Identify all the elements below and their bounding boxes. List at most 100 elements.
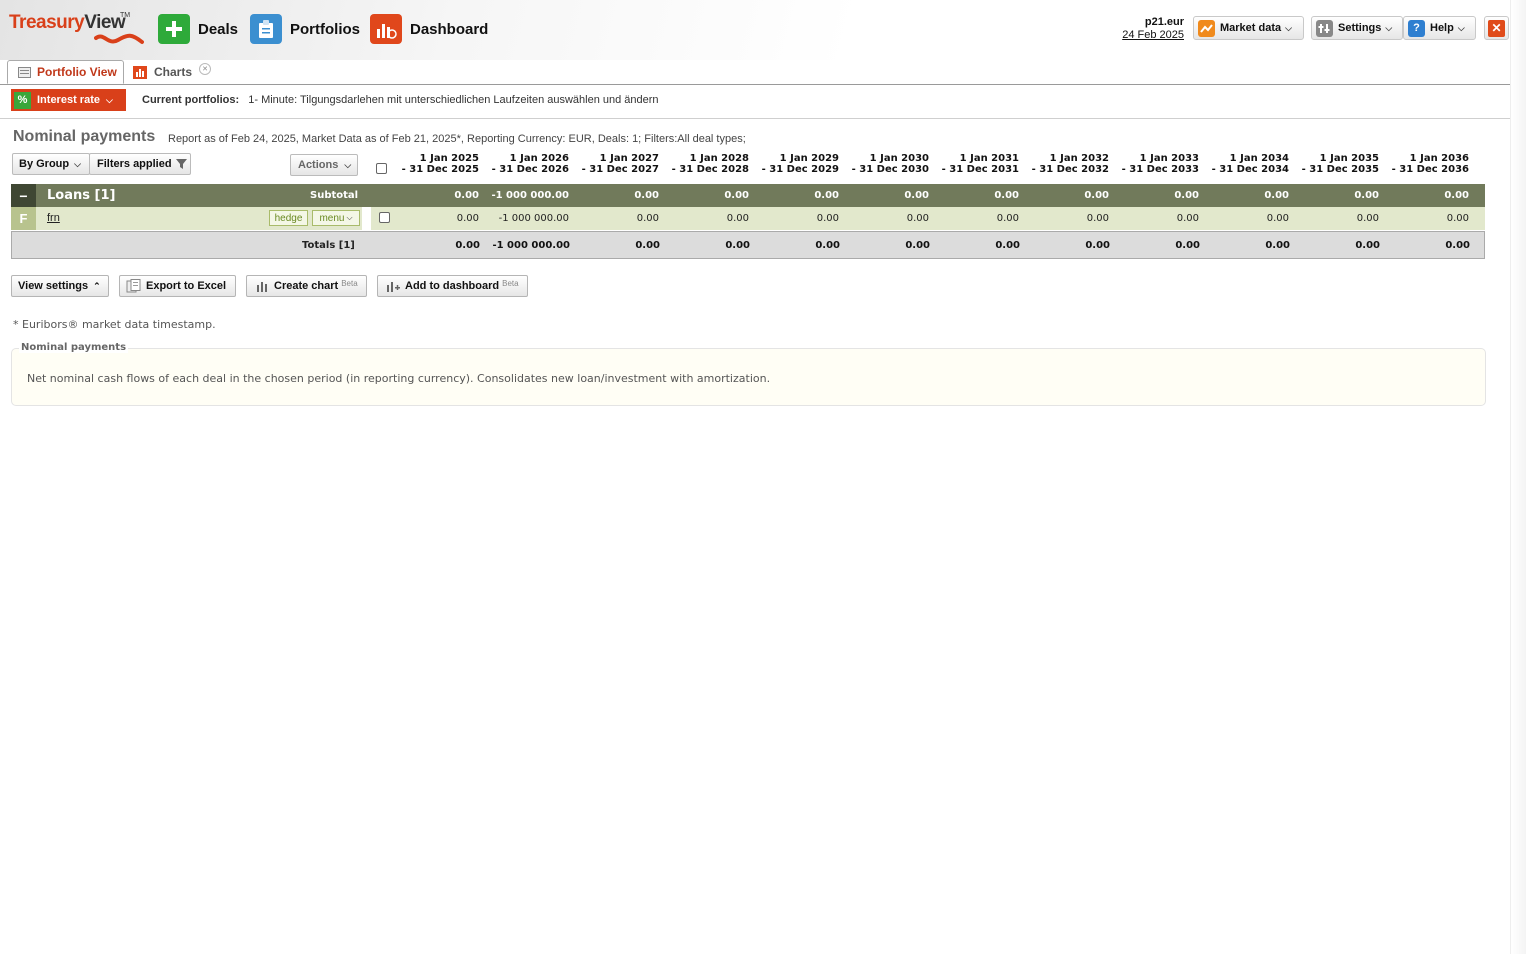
export-excel-button[interactable]: Export to Excel xyxy=(119,275,236,297)
actions-label: Actions xyxy=(298,159,339,171)
portfolio-filter-bar: % Interest rate ⌵ Current portfolios: 1-… xyxy=(0,85,1510,119)
chevron-down-icon: ⌵ xyxy=(1385,22,1393,33)
deal-cashflow-value: -1 000 000.00 xyxy=(498,213,569,224)
deal-cashflow-value: 0.00 xyxy=(906,213,929,224)
period-column-header: 1 Jan 2025- 31 Dec 2025 xyxy=(389,153,479,175)
tab-charts-close-icon[interactable]: ✕ xyxy=(199,63,211,75)
deal-menu-dropdown[interactable]: menu ⌵ xyxy=(312,210,360,226)
view-settings-label: View settings xyxy=(18,280,89,292)
tab-portfolio-view[interactable]: Portfolio View xyxy=(7,60,124,84)
current-portfolios-label: Current portfolios: xyxy=(142,94,240,106)
total-value: 0.00 xyxy=(455,240,480,251)
tab-bar: Portfolio View Charts xyxy=(0,59,1510,85)
period-column-header: 1 Jan 2031- 31 Dec 2031 xyxy=(929,153,1019,175)
period-start: 1 Jan 2029 xyxy=(779,153,839,164)
add-to-dashboard-button[interactable]: Add to dashboard Beta xyxy=(377,275,528,297)
group-subtotal-value: 0.00 xyxy=(724,190,749,201)
help-button[interactable]: ? Help ⌵ xyxy=(1403,16,1476,40)
subtotal-label: Subtotal xyxy=(310,190,359,201)
filter-funnel-icon xyxy=(175,159,187,169)
group-subtotal-value: 0.00 xyxy=(814,190,839,201)
period-end: - 31 Dec 2028 xyxy=(671,164,749,175)
period-end: - 31 Dec 2027 xyxy=(581,164,659,175)
add-to-dashboard-label: Add to dashboard xyxy=(405,280,500,292)
clipboard-icon xyxy=(250,14,282,44)
total-value: 0.00 xyxy=(1265,240,1290,251)
period-start: 1 Jan 2026 xyxy=(509,153,569,164)
period-start: 1 Jan 2025 xyxy=(419,153,479,164)
by-group-label: By Group xyxy=(19,158,70,170)
view-settings-button[interactable]: View settings ⌃ xyxy=(11,275,109,297)
logo-text-part1: Treasury xyxy=(9,12,85,33)
total-value: 0.00 xyxy=(815,240,840,251)
group-subtotal-value: -1 000 000.00 xyxy=(491,190,569,201)
period-start: 1 Jan 2027 xyxy=(599,153,659,164)
filters-applied-button[interactable]: Filters applied xyxy=(89,153,191,175)
nav-deals-button[interactable]: Deals xyxy=(158,14,238,44)
chevron-down-icon: ⌵ xyxy=(346,213,353,222)
total-value: 0.00 xyxy=(635,240,660,251)
market-data-footnote: * Euribors® market data timestamp. xyxy=(13,318,216,331)
deal-cashflow-value: 0.00 xyxy=(636,213,659,224)
plus-icon xyxy=(158,14,190,44)
market-data-icon xyxy=(1198,19,1215,37)
interest-rate-dropdown[interactable]: % Interest rate ⌵ xyxy=(11,89,126,111)
treasuryview-logo[interactable]: TreasuryView TM xyxy=(9,12,149,48)
period-end: - 31 Dec 2034 xyxy=(1211,164,1289,175)
period-column-header: 1 Jan 2029- 31 Dec 2029 xyxy=(749,153,839,175)
bar-chart-icon xyxy=(133,65,147,79)
nav-portfolios-label: Portfolios xyxy=(290,20,360,38)
nav-portfolios-button[interactable]: Portfolios xyxy=(250,14,360,44)
period-start: 1 Jan 2034 xyxy=(1229,153,1289,164)
market-data-button[interactable]: Market data ⌵ xyxy=(1193,16,1304,40)
settings-icon xyxy=(1316,19,1333,37)
totals-label: Totals [1] xyxy=(302,240,355,251)
account-date-link[interactable]: 24 Feb 2025 xyxy=(1122,29,1184,42)
logo-trademark: TM xyxy=(120,12,131,19)
close-icon: ✕ xyxy=(1488,19,1505,37)
total-value: 0.00 xyxy=(1355,240,1380,251)
report-title: Nominal payments xyxy=(13,128,156,145)
period-column-header: 1 Jan 2030- 31 Dec 2030 xyxy=(839,153,929,175)
total-value: 0.00 xyxy=(1175,240,1200,251)
select-all-checkbox[interactable] xyxy=(376,163,387,174)
deal-menu-label: menu xyxy=(319,212,345,224)
deal-name-link[interactable]: frn xyxy=(47,212,60,224)
total-value: 0.00 xyxy=(725,240,750,251)
deal-cashflow-value: 0.00 xyxy=(1176,213,1199,224)
create-chart-button[interactable]: Create chart Beta xyxy=(246,275,367,297)
group-subtotal-value: 0.00 xyxy=(1174,190,1199,201)
deal-cashflow-value: 0.00 xyxy=(1086,213,1109,224)
period-end: - 31 Dec 2032 xyxy=(1031,164,1109,175)
period-start: 1 Jan 2033 xyxy=(1139,153,1199,164)
tab-charts[interactable]: Charts xyxy=(133,60,192,84)
page-scrollbar[interactable] xyxy=(1510,0,1526,954)
period-column-header: 1 Jan 2035- 31 Dec 2035 xyxy=(1289,153,1379,175)
current-portfolios-value[interactable]: 1- Minute: Tilgungsdarlehen mit untersch… xyxy=(248,94,658,106)
tab-portfolio-view-label: Portfolio View xyxy=(37,65,117,79)
group-subtotal-value: 0.00 xyxy=(904,190,929,201)
hedge-tag[interactable]: hedge xyxy=(269,210,308,226)
period-column-header: 1 Jan 2036- 31 Dec 2036 xyxy=(1379,153,1469,175)
group-subtotal-value: 0.00 xyxy=(1084,190,1109,201)
group-subtotal-value: 0.00 xyxy=(1264,190,1289,201)
by-group-dropdown[interactable]: By Group ⌵ xyxy=(12,153,90,175)
actions-dropdown[interactable]: Actions ⌵ xyxy=(290,154,358,176)
group-row-loans: − Loans [1] Subtotal 0.00 -1 000 000.00 0.… xyxy=(11,184,1485,207)
info-panel-text: Net nominal cash flows of each deal in t… xyxy=(27,372,771,385)
deal-cashflow-value: 0.00 xyxy=(456,213,479,224)
total-value: 0.00 xyxy=(1445,240,1470,251)
deal-cashflow-value: 0.00 xyxy=(1356,213,1379,224)
report-subtitle: Report as of Feb 24, 2025, Market Data a… xyxy=(168,133,746,145)
add-dashboard-icon xyxy=(387,281,400,292)
settings-label: Settings xyxy=(1338,22,1382,34)
collapse-group-button[interactable]: − xyxy=(11,184,36,207)
group-subtotal-value: 0.00 xyxy=(1444,190,1469,201)
period-column-header: 1 Jan 2033- 31 Dec 2033 xyxy=(1109,153,1199,175)
nav-dashboard-button[interactable]: Dashboard xyxy=(370,14,488,44)
settings-button[interactable]: Settings ⌵ xyxy=(1311,16,1403,40)
chevron-down-icon: ⌵ xyxy=(1457,22,1465,33)
percent-icon: % xyxy=(14,91,31,109)
info-panel-legend: Nominal payments xyxy=(19,342,129,353)
close-button[interactable]: ✕ xyxy=(1484,16,1509,40)
